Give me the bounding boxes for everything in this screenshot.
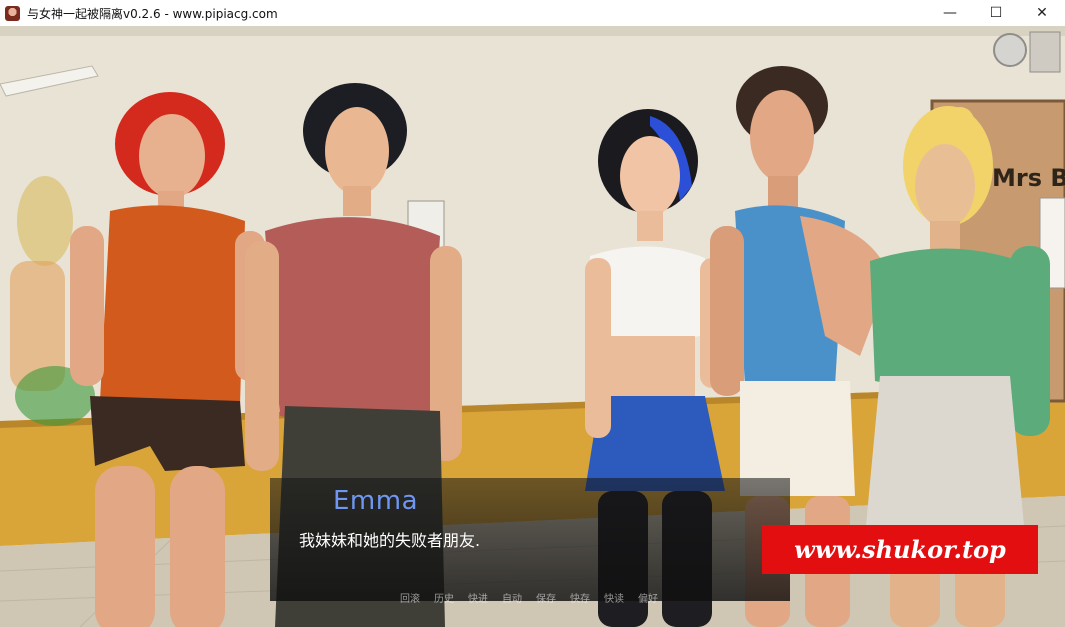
app-icon — [5, 5, 20, 21]
minimize-button[interactable]: — — [927, 0, 973, 26]
quick-menu-skip[interactable]: 快进 — [468, 590, 488, 605]
quick-menu-quicksave[interactable]: 快存 — [570, 590, 590, 605]
dialogue-text: 我妹妹和她的失败者朋友. — [299, 531, 481, 550]
quick-menu-quickload[interactable]: 快读 — [604, 590, 624, 605]
maximize-button[interactable]: ☐ — [973, 0, 1019, 26]
quick-menu-auto[interactable]: 自动 — [502, 590, 522, 605]
window-title: 与女神一起被隔离v0.2.6 - www.pipiacg.com — [27, 6, 278, 21]
quick-menu: 回滚 历史 快进 自动 保存 快存 快读 偏好 — [400, 590, 658, 605]
watermark-banner: www.shukor.top — [762, 525, 1038, 574]
window-controls: — ☐ ✕ — [927, 0, 1065, 26]
window-titlebar: 与女神一起被隔离v0.2.6 - www.pipiacg.com — ☐ ✕ — [0, 0, 1065, 26]
quick-menu-rollback[interactable]: 回滚 — [400, 590, 420, 605]
quick-menu-preferences[interactable]: 偏好 — [638, 590, 658, 605]
speaker-name: Emma — [333, 486, 419, 516]
quick-menu-history[interactable]: 历史 — [434, 590, 454, 605]
close-button[interactable]: ✕ — [1019, 0, 1065, 26]
quick-menu-save[interactable]: 保存 — [536, 590, 556, 605]
door-sign: Mrs Be — [992, 164, 1065, 192]
